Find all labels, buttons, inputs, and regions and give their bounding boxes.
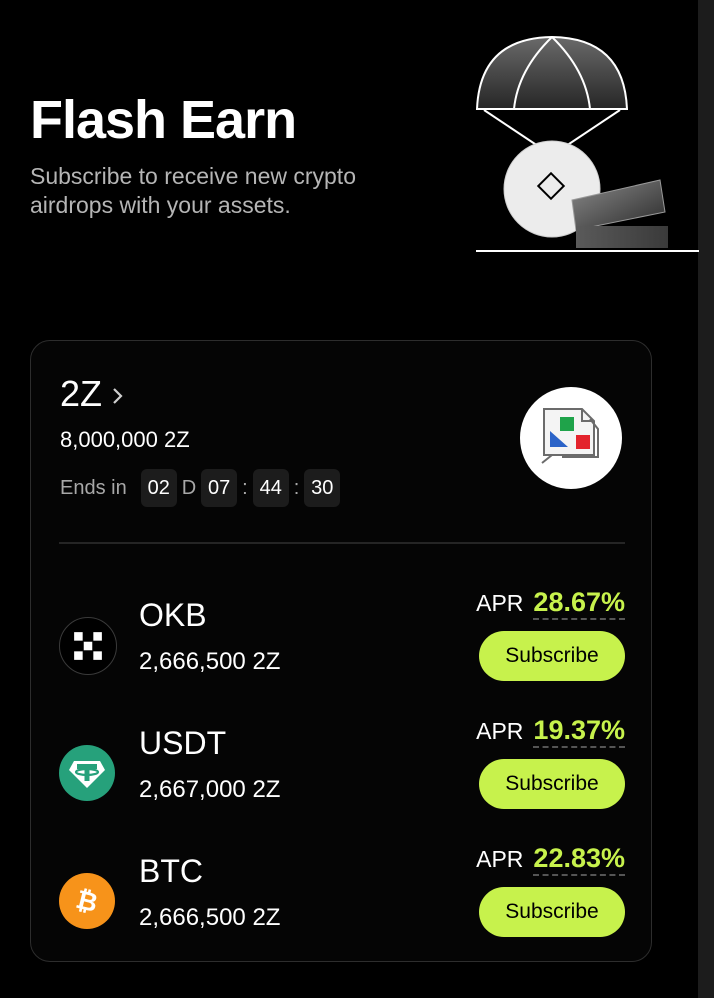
- asset-name: BTC: [139, 853, 203, 889]
- apr-label: APR: [476, 718, 524, 744]
- asset-amount: 2,666,500 2Z: [139, 648, 281, 675]
- divider: [59, 542, 625, 544]
- subscribe-button-usdt[interactable]: Subscribe: [479, 759, 625, 809]
- broken-image-icon: [541, 408, 599, 464]
- apr: APR 19.37%: [476, 715, 625, 748]
- project-link[interactable]: 2Z: [60, 373, 124, 415]
- apr: APR 22.83%: [476, 843, 625, 876]
- countdown-days: 02: [140, 469, 177, 507]
- apr-label: APR: [476, 846, 524, 872]
- apr-value[interactable]: 19.37%: [533, 715, 625, 748]
- project-total-reward: 8,000,000 2Z: [60, 427, 190, 452]
- asset-row-btc: ₿ BTC 2,666,500 2Z APR 22.83% Subscribe: [31, 843, 653, 953]
- asset-amount: 2,666,500 2Z: [139, 904, 281, 931]
- apr-label: APR: [476, 590, 524, 616]
- btc-icon: ₿: [59, 873, 115, 929]
- page-subtitle: Subscribe to receive new crypto airdrops…: [30, 163, 356, 218]
- countdown: Ends in 02 D 07 : 44 : 30: [60, 469, 341, 507]
- countdown-separator: :: [293, 476, 300, 499]
- subscribe-button-btc[interactable]: Subscribe: [479, 887, 625, 937]
- subscribe-button-okb[interactable]: Subscribe: [479, 631, 625, 681]
- countdown-minutes: 44: [252, 469, 289, 507]
- project-logo: [520, 387, 622, 489]
- chevron-right-icon: [113, 388, 123, 404]
- parachute-airdrop-illustration: [475, 35, 699, 252]
- asset-amount: 2,667,000 2Z: [139, 776, 281, 803]
- apr-value[interactable]: 28.67%: [533, 587, 625, 620]
- apr-value[interactable]: 22.83%: [533, 843, 625, 876]
- apr: APR 28.67%: [476, 587, 625, 620]
- asset-row-okb: OKB 2,666,500 2Z APR 28.67% Subscribe: [31, 587, 653, 697]
- asset-name: OKB: [139, 597, 207, 633]
- project-name: 2Z: [60, 373, 103, 414]
- countdown-label: Ends in: [60, 476, 127, 499]
- scrollbar-track[interactable]: [698, 0, 714, 998]
- page-title: Flash Earn: [30, 90, 297, 150]
- usdt-icon: [59, 745, 115, 801]
- asset-name: USDT: [139, 725, 227, 761]
- flash-earn-project-card: 2Z 8,000,000 2Z Ends in 02 D 07 : 44 : 3…: [30, 340, 652, 962]
- svg-text:₿: ₿: [73, 885, 101, 917]
- okb-icon: [59, 617, 117, 675]
- countdown-separator: :: [242, 476, 248, 499]
- countdown-seconds: 30: [304, 469, 341, 507]
- asset-row-usdt: USDT 2,667,000 2Z APR 19.37% Subscribe: [31, 715, 653, 825]
- countdown-hours: 07: [201, 469, 238, 507]
- countdown-days-unit: D: [181, 476, 197, 499]
